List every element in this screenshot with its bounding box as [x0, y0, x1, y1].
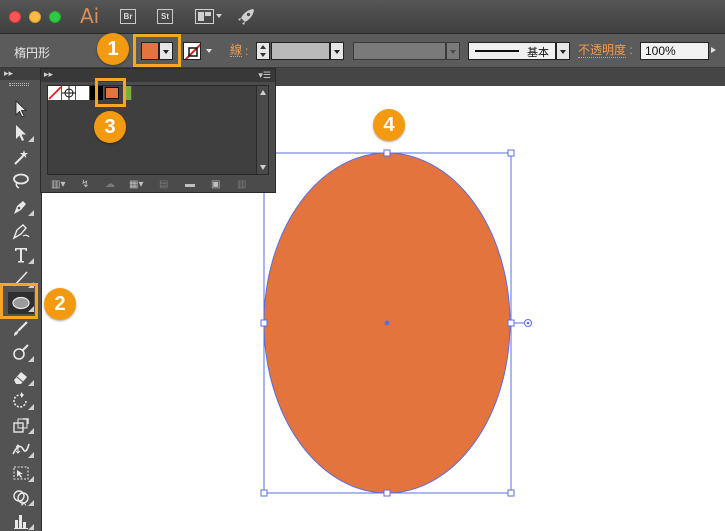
flyout-indicator [28, 500, 34, 506]
flyout-indicator [28, 524, 34, 530]
swatches-panel-footer: ▥▾ ↯ ☁ ▦▾ ▤ ▬ ▣ ▥ [41, 177, 275, 193]
collapse-panel-icon[interactable]: ▸▸ [44, 69, 53, 80]
new-color-group-icon[interactable]: ▬ [185, 179, 195, 191]
curvature-pen-icon [12, 224, 30, 240]
free-transform-tool[interactable] [8, 462, 34, 484]
callout-4: 4 [373, 109, 405, 141]
shape-builder-tool[interactable] [8, 486, 34, 508]
swatch-registration[interactable] [62, 86, 76, 100]
handle-right [507, 319, 515, 327]
lasso-icon [13, 173, 29, 189]
flyout-indicator [28, 476, 34, 482]
callout-3: 3 [94, 111, 126, 143]
paintbrush-icon [14, 321, 28, 336]
pie-widget[interactable] [524, 319, 532, 327]
tools-panel-header[interactable]: ▸▸ [0, 68, 42, 80]
handle-bottom-right [507, 489, 515, 497]
pen-tool[interactable] [8, 196, 34, 218]
new-swatch-icon[interactable]: ▣ [211, 179, 220, 191]
swatch-options-icon[interactable]: ▤ [159, 179, 168, 191]
handle-bottom-left [260, 489, 268, 497]
direct-selection-tool[interactable] [8, 122, 34, 144]
lasso-tool[interactable] [8, 170, 34, 192]
delete-swatch-icon[interactable]: ▥ [237, 179, 246, 191]
show-swatch-kinds-icon[interactable]: ▦▾ [129, 179, 143, 191]
selection-tool[interactable] [8, 98, 34, 120]
flyout-indicator [28, 380, 34, 386]
scroll-down-icon[interactable] [260, 165, 266, 170]
center-point [384, 320, 390, 326]
callout-1: 1 [97, 33, 129, 65]
none-swatch-icon [48, 86, 62, 100]
width-tool[interactable] [8, 438, 34, 460]
flyout-indicator [28, 428, 34, 434]
highlight-fill-control [133, 34, 181, 67]
tools-panel-grip[interactable] [9, 83, 29, 86]
cloud-library-icon[interactable]: ☁ [105, 179, 115, 191]
scale-tool[interactable] [8, 414, 34, 436]
swatch-list-scrollbar[interactable] [256, 86, 268, 174]
flyout-indicator [28, 258, 34, 264]
swatches-panel-header[interactable]: ▸▸ ▾☰ [41, 69, 275, 82]
highlight-orange-swatch [95, 78, 126, 107]
graph-tool[interactable] [8, 510, 34, 531]
handle-top-right [507, 149, 515, 157]
add-to-library-icon[interactable]: ↯ [81, 179, 89, 191]
expand-panel-icon[interactable]: ▸▸ [4, 68, 13, 78]
blob-brush-tool[interactable] [8, 342, 34, 364]
swatch-none[interactable] [48, 86, 62, 100]
handle-left [260, 319, 268, 327]
swatches-panel: ▸▸ ▾☰ ▥▾ ↯ ☁ ▦▾ ▤ ▬ ▣ ▥ [40, 68, 276, 193]
swatch-green[interactable] [125, 86, 132, 100]
magic-wand-icon [14, 150, 28, 165]
selection-arrow-icon [15, 100, 28, 118]
flyout-indicator [28, 136, 34, 142]
rotate-tool[interactable] [8, 390, 34, 412]
callout-2: 2 [44, 288, 76, 320]
eraser-tool[interactable] [8, 366, 34, 388]
flyout-indicator [28, 404, 34, 410]
swatch-list [47, 85, 269, 175]
magic-wand-tool[interactable] [8, 146, 34, 168]
highlight-ellipse-tool [0, 283, 38, 319]
registration-target-icon [62, 86, 76, 100]
swatch-libraries-menu-icon[interactable]: ▥▾ [51, 179, 65, 191]
handle-top [383, 149, 391, 157]
scroll-up-icon[interactable] [260, 90, 266, 95]
flyout-indicator [28, 356, 34, 362]
panel-menu-icon[interactable]: ▾☰ [258, 70, 271, 80]
swatch-white[interactable] [76, 86, 90, 100]
flyout-indicator [28, 210, 34, 216]
curvature-tool[interactable] [8, 220, 34, 242]
handle-bottom [383, 489, 391, 497]
flyout-indicator [28, 452, 34, 458]
type-tool[interactable] [8, 244, 34, 266]
paintbrush-tool[interactable] [8, 318, 34, 340]
